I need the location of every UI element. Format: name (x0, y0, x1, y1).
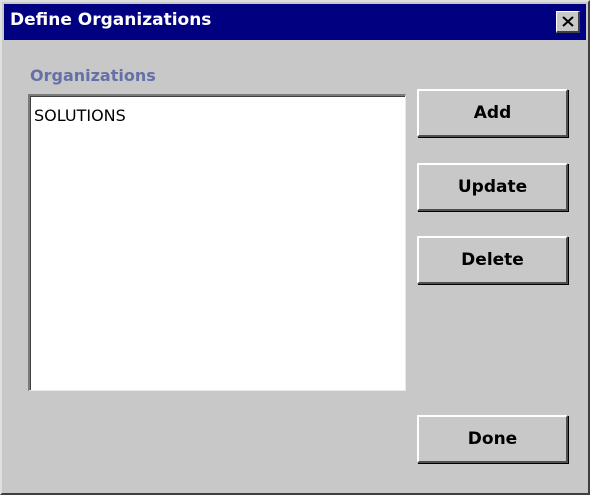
add-button[interactable]: Add (417, 89, 568, 137)
list-item[interactable]: SOLUTIONS (34, 106, 126, 125)
window-title: Define Organizations (10, 10, 212, 30)
close-icon (562, 16, 574, 27)
done-button[interactable]: Done (417, 415, 568, 463)
title-bar[interactable]: Define Organizations (4, 4, 586, 40)
organizations-list[interactable]: SOLUTIONS (28, 94, 406, 391)
close-button[interactable] (556, 11, 580, 33)
delete-button[interactable]: Delete (417, 236, 568, 284)
define-organizations-dialog: Define Organizations Organizations SOLUT… (0, 0, 590, 495)
organizations-label: Organizations (30, 66, 156, 85)
update-button[interactable]: Update (417, 163, 568, 211)
